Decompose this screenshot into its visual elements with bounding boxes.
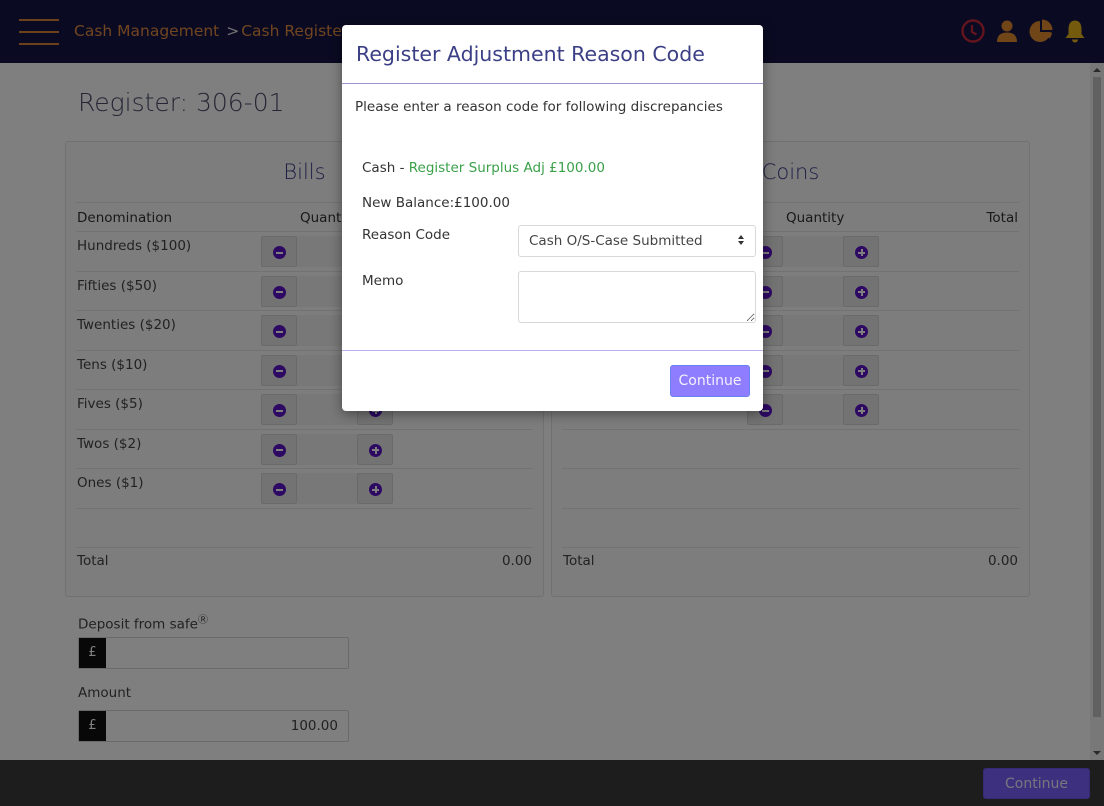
- modal-intro-text: Please enter a reason code for following…: [355, 99, 723, 115]
- new-balance: New Balance:£100.00: [362, 195, 510, 211]
- modal-body: Please enter a reason code for following…: [342, 84, 763, 351]
- discrepancy-detail: Register Surplus Adj £100.00: [408, 160, 605, 176]
- modal-title: Register Adjustment Reason Code: [356, 42, 705, 66]
- memo-textarea[interactable]: [518, 271, 756, 323]
- discrepancy-prefix: Cash -: [362, 160, 409, 176]
- reason-code-label: Reason Code: [362, 227, 451, 243]
- reason-code-select[interactable]: Cash O/S-Case Submitted: [518, 225, 756, 257]
- memo-label: Memo: [362, 273, 404, 289]
- modal-header: Register Adjustment Reason Code: [342, 25, 763, 84]
- modal-footer: Continue: [342, 351, 763, 410]
- reason-code-modal: Register Adjustment Reason Code Please e…: [342, 25, 763, 411]
- modal-continue-button[interactable]: Continue: [670, 365, 750, 397]
- discrepancy-line: Cash - Register Surplus Adj £100.00: [362, 160, 605, 176]
- reason-code-selected: Cash O/S-Case Submitted: [529, 233, 703, 249]
- select-caret-icon: [738, 235, 746, 247]
